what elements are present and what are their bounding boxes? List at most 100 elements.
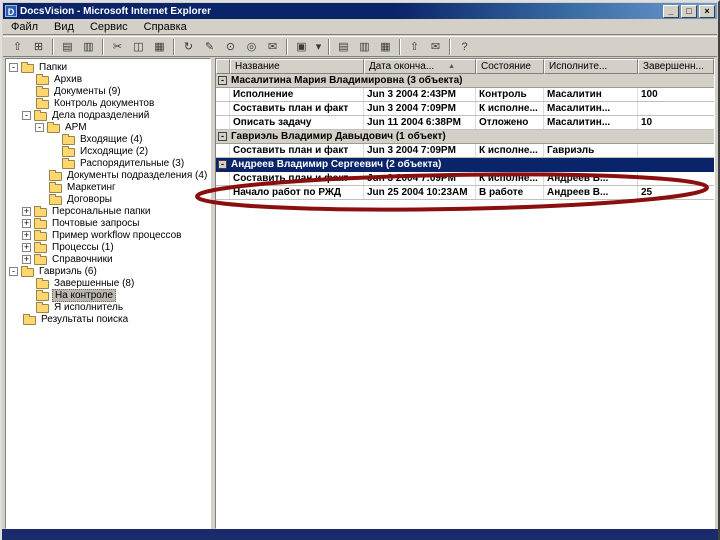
folder-icon xyxy=(34,253,47,265)
group-row-selected[interactable]: - Андреев Владимир Сергеевич (2 объекта) xyxy=(216,158,714,172)
task-row[interactable]: Составить план и факт Jun 3 2004 7:09PM … xyxy=(216,144,714,158)
help-icon[interactable]: ? xyxy=(455,38,474,55)
new-task-icon[interactable]: ▣ xyxy=(292,38,311,55)
column-header-gutter[interactable] xyxy=(216,59,230,74)
tree-item[interactable]: Завершенные (8) xyxy=(6,277,210,289)
folder-icon xyxy=(34,109,47,121)
task-row[interactable]: Составить план и факт Jun 3 2004 7:09PM … xyxy=(216,172,714,186)
tree-item-label: Архив xyxy=(54,73,83,85)
open-document-icon[interactable]: ▥ xyxy=(79,38,98,55)
task-row-circled[interactable]: Начало работ по РЖД Jun 25 2004 10:23AM … xyxy=(216,186,714,200)
tree-item[interactable]: Результаты поиска xyxy=(6,313,210,325)
task-assignee: Масалитин... xyxy=(544,116,638,129)
dropdown-arrow-icon[interactable]: ▾ xyxy=(313,38,324,55)
tree-item[interactable]: - Папки xyxy=(6,61,210,73)
menu-help[interactable]: Справка xyxy=(136,20,195,34)
collapse-icon[interactable]: - xyxy=(218,132,227,141)
search-icon[interactable]: ⊙ xyxy=(221,38,240,55)
send-icon[interactable]: ✉ xyxy=(426,38,445,55)
task-row[interactable]: Составить план и факт Jun 3 2004 7:09PM … xyxy=(216,102,714,116)
tree-item[interactable]: + Процессы (1) xyxy=(6,241,210,253)
column-label: Состояние xyxy=(481,61,531,72)
tree-item-selected[interactable]: На контроле xyxy=(6,288,210,302)
task-done: 10 xyxy=(641,117,653,128)
view-details-icon[interactable]: ▦ xyxy=(376,38,395,55)
tree-expander-icon[interactable]: + xyxy=(22,230,31,240)
menu-view[interactable]: Вид xyxy=(46,20,82,34)
refresh-icon[interactable]: ↻ xyxy=(179,38,198,55)
copy-icon[interactable]: ◫ xyxy=(129,38,148,55)
mail-icon[interactable]: ✉ xyxy=(263,38,282,55)
tree-item[interactable]: Исходящие (2) xyxy=(6,145,210,157)
tree-item-label: Персональные папки xyxy=(52,205,151,217)
tree-expander-icon[interactable]: + xyxy=(22,242,31,252)
view-large-icons-icon[interactable]: ▤ xyxy=(334,38,353,55)
group-row[interactable]: - Гавриэль Владимир Давыдович (1 объект) xyxy=(216,130,714,144)
tree-item-label: Документы подразделения (4) xyxy=(67,169,208,181)
tree-item[interactable]: Контроль документов xyxy=(6,97,210,109)
group-row[interactable]: - Масалитина Мария Владимировна (3 объект… xyxy=(216,74,714,88)
cut-icon[interactable]: ✂ xyxy=(108,38,127,55)
folder-icon xyxy=(36,73,49,85)
tree-item[interactable]: + Пример workflow процессов xyxy=(6,229,210,241)
maximize-button[interactable]: □ xyxy=(681,4,697,18)
task-assignee: Андреев В... xyxy=(544,172,638,185)
column-header-done[interactable]: Завершенн... xyxy=(638,59,714,74)
minimize-button[interactable]: _ xyxy=(663,4,679,18)
folder-icon xyxy=(49,169,62,181)
column-header-name[interactable]: Название xyxy=(230,59,364,74)
tree-item[interactable]: Входящие (4) xyxy=(6,133,210,145)
menu-service[interactable]: Сервис xyxy=(82,20,136,34)
collapse-icon[interactable]: - xyxy=(218,160,227,169)
menu-file[interactable]: Файл xyxy=(3,20,46,34)
tree-expander-icon[interactable]: - xyxy=(22,110,31,120)
folder-tree: - Папки Архив Документы (9) Контроль доку… xyxy=(5,58,211,529)
tree-expander-icon[interactable]: + xyxy=(22,218,31,228)
tree-item[interactable]: + Справочники xyxy=(6,253,210,265)
tree-item[interactable]: Документы подразделения (4) xyxy=(6,169,210,181)
tree-item[interactable]: Документы (9) xyxy=(6,85,210,97)
task-done xyxy=(638,102,714,115)
column-header-row: Название Дата оконча... ▲ Состояние Испол… xyxy=(216,59,714,74)
tree-item[interactable]: Распорядительные (3) xyxy=(6,157,210,169)
paste-icon[interactable]: ▦ xyxy=(150,38,169,55)
column-header-date[interactable]: Дата оконча... ▲ xyxy=(364,59,476,74)
tree-item[interactable]: Маркетинг xyxy=(6,181,210,193)
group-label: Масалитина Мария Владимировна (3 объекта… xyxy=(231,75,463,86)
properties-icon[interactable]: ✎ xyxy=(200,38,219,55)
title-bar[interactable]: D DocsVision - Microsoft Internet Explor… xyxy=(3,3,717,19)
tree-expander-icon[interactable]: + xyxy=(22,254,31,264)
task-name: Составить план и факт xyxy=(230,172,364,185)
tree-item-label: Процессы (1) xyxy=(52,241,114,253)
up-level-icon[interactable]: ⇧ xyxy=(8,38,27,55)
tree-item[interactable]: - Гавриэль (6) xyxy=(6,265,210,277)
folder-icon xyxy=(36,97,49,109)
tree-item[interactable]: Я исполнитель xyxy=(6,301,210,313)
tree-expander-icon[interactable]: - xyxy=(9,62,18,72)
up-icon[interactable]: ⇧ xyxy=(405,38,424,55)
collapse-icon[interactable]: - xyxy=(218,76,227,85)
folder-icon xyxy=(23,313,36,325)
task-row[interactable]: Исполнение Jun 3 2004 2:43PM Контроль Ма… xyxy=(216,88,714,102)
tree-expander-icon[interactable]: + xyxy=(22,206,31,216)
tree-item[interactable]: + Почтовые запросы xyxy=(6,217,210,229)
column-header-assignee[interactable]: Исполните... xyxy=(544,59,638,74)
tree-item[interactable]: + Персональные папки xyxy=(6,205,210,217)
tree-item-label: Распорядительные (3) xyxy=(80,157,185,169)
tree-item[interactable]: Договоры xyxy=(6,193,210,205)
new-document-icon[interactable]: ▤ xyxy=(58,38,77,55)
tree-item[interactable]: - АРМ xyxy=(6,121,210,133)
tree-expander-icon[interactable]: - xyxy=(9,266,18,276)
slide-footer-bar xyxy=(2,529,718,540)
close-button[interactable]: × xyxy=(699,4,715,18)
task-date: Jun 3 2004 7:09PM xyxy=(364,172,476,185)
column-label: Название xyxy=(235,61,280,72)
view-list-icon[interactable]: ▥ xyxy=(355,38,374,55)
tree-item[interactable]: Архив xyxy=(6,73,210,85)
tree-expander-icon[interactable]: - xyxy=(35,122,44,132)
column-header-state[interactable]: Состояние xyxy=(476,59,544,74)
tree-item[interactable]: - Дела подразделений xyxy=(6,109,210,121)
new-folder-icon[interactable]: ⊞ xyxy=(29,38,48,55)
task-row[interactable]: Описать задачу Jun 11 2004 6:38PM Отложе… xyxy=(216,116,714,130)
find-icon[interactable]: ◎ xyxy=(242,38,261,55)
